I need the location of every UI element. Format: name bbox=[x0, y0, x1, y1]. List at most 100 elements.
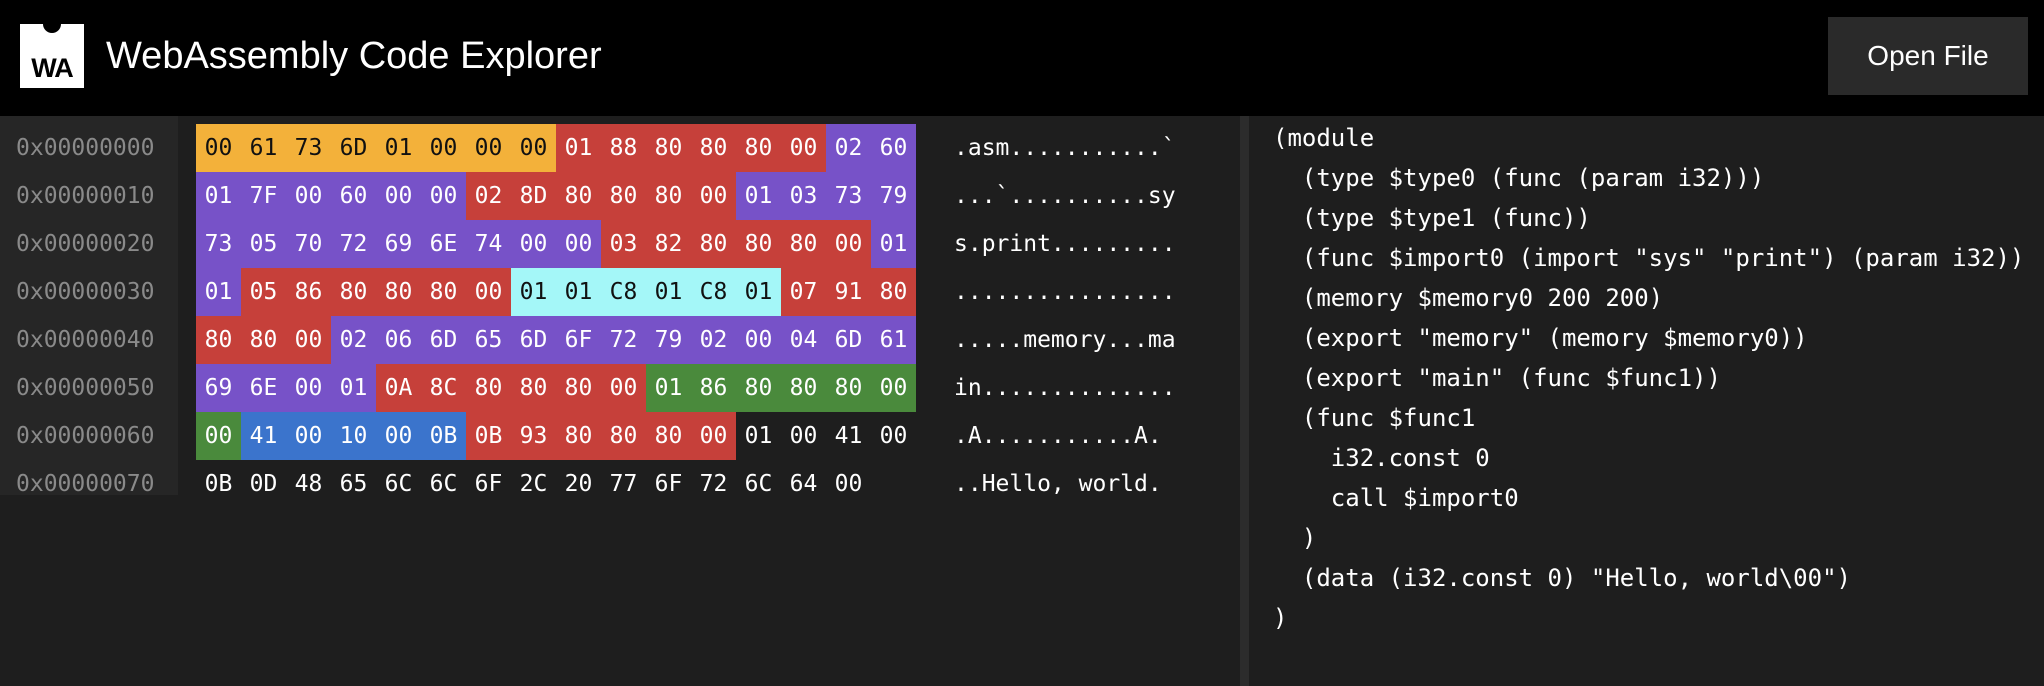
hex-byte[interactable]: 00 bbox=[736, 316, 781, 364]
hex-byte[interactable]: 60 bbox=[871, 124, 916, 172]
hex-byte[interactable]: 70 bbox=[286, 220, 331, 268]
hex-byte[interactable]: 01 bbox=[376, 124, 421, 172]
hex-byte[interactable]: 00 bbox=[376, 172, 421, 220]
hex-byte[interactable]: 48 bbox=[286, 460, 331, 508]
hex-byte[interactable]: 01 bbox=[646, 364, 691, 412]
hex-byte[interactable]: 05 bbox=[241, 268, 286, 316]
hex-byte[interactable]: 04 bbox=[781, 316, 826, 364]
hex-byte[interactable]: 00 bbox=[286, 364, 331, 412]
hex-byte[interactable]: 6E bbox=[241, 364, 286, 412]
hex-byte[interactable]: 02 bbox=[331, 316, 376, 364]
hex-byte[interactable]: 0B bbox=[466, 412, 511, 460]
hex-byte[interactable]: 93 bbox=[511, 412, 556, 460]
hex-byte[interactable]: 82 bbox=[646, 220, 691, 268]
hex-byte[interactable]: 02 bbox=[691, 316, 736, 364]
hex-byte[interactable]: 72 bbox=[331, 220, 376, 268]
hex-byte[interactable]: 69 bbox=[376, 220, 421, 268]
hex-byte[interactable]: 65 bbox=[331, 460, 376, 508]
hex-byte[interactable]: 86 bbox=[286, 268, 331, 316]
hex-byte[interactable]: 02 bbox=[826, 124, 871, 172]
hex-byte[interactable]: 74 bbox=[466, 220, 511, 268]
hex-byte[interactable]: 00 bbox=[376, 412, 421, 460]
hex-byte[interactable]: 01 bbox=[736, 172, 781, 220]
hex-byte[interactable]: C8 bbox=[691, 268, 736, 316]
hex-byte[interactable]: 00 bbox=[511, 124, 556, 172]
hex-byte[interactable]: 80 bbox=[601, 172, 646, 220]
hex-byte[interactable]: 80 bbox=[736, 124, 781, 172]
hex-byte[interactable]: 73 bbox=[196, 220, 241, 268]
hex-byte[interactable]: 6D bbox=[421, 316, 466, 364]
hex-byte[interactable]: 80 bbox=[736, 364, 781, 412]
panel-divider[interactable] bbox=[1240, 116, 1249, 686]
hex-byte[interactable]: 00 bbox=[826, 460, 871, 508]
hex-byte[interactable]: 80 bbox=[646, 412, 691, 460]
hex-byte[interactable]: 80 bbox=[331, 268, 376, 316]
hex-byte[interactable]: 91 bbox=[826, 268, 871, 316]
hex-byte[interactable]: 80 bbox=[646, 172, 691, 220]
hex-byte[interactable]: 88 bbox=[601, 124, 646, 172]
hex-byte[interactable]: 80 bbox=[736, 220, 781, 268]
hex-byte[interactable]: 01 bbox=[196, 268, 241, 316]
hex-byte[interactable]: 00 bbox=[421, 172, 466, 220]
hex-byte[interactable]: 80 bbox=[196, 316, 241, 364]
hex-byte[interactable]: 41 bbox=[826, 412, 871, 460]
hex-byte[interactable]: 0B bbox=[421, 412, 466, 460]
hex-byte[interactable]: 00 bbox=[556, 220, 601, 268]
hex-byte[interactable]: 01 bbox=[556, 268, 601, 316]
hex-byte[interactable]: 2C bbox=[511, 460, 556, 508]
hex-byte[interactable]: 05 bbox=[241, 220, 286, 268]
hex-byte[interactable]: 00 bbox=[196, 412, 241, 460]
hex-byte[interactable]: 00 bbox=[781, 124, 826, 172]
hex-byte[interactable]: 01 bbox=[736, 412, 781, 460]
hex-byte[interactable]: 80 bbox=[826, 364, 871, 412]
wat-code-viewer[interactable]: (module (type $type0 (func (param i32)))… bbox=[1249, 116, 2044, 686]
hex-byte[interactable]: C8 bbox=[601, 268, 646, 316]
hex-byte[interactable]: 6D bbox=[511, 316, 556, 364]
hex-byte[interactable]: 00 bbox=[421, 124, 466, 172]
hex-byte[interactable]: 00 bbox=[466, 268, 511, 316]
hex-byte[interactable]: 01 bbox=[646, 268, 691, 316]
hex-byte[interactable]: 01 bbox=[871, 220, 916, 268]
hex-byte[interactable]: 07 bbox=[781, 268, 826, 316]
hex-byte[interactable]: 6E bbox=[421, 220, 466, 268]
hex-byte[interactable]: 7F bbox=[241, 172, 286, 220]
hex-byte[interactable]: 01 bbox=[736, 268, 781, 316]
hex-byte[interactable]: 01 bbox=[331, 364, 376, 412]
hex-byte[interactable]: 8D bbox=[511, 172, 556, 220]
hex-byte[interactable]: 01 bbox=[556, 124, 601, 172]
hex-byte[interactable]: 80 bbox=[556, 412, 601, 460]
hex-byte[interactable]: 86 bbox=[691, 364, 736, 412]
hex-byte[interactable]: 00 bbox=[601, 364, 646, 412]
hex-byte[interactable]: 80 bbox=[691, 220, 736, 268]
open-file-button[interactable]: Open File bbox=[1828, 17, 2028, 95]
hex-byte[interactable]: 00 bbox=[691, 412, 736, 460]
hex-byte[interactable]: 00 bbox=[826, 220, 871, 268]
hex-byte[interactable]: 00 bbox=[286, 412, 331, 460]
hex-byte[interactable]: 0A bbox=[376, 364, 421, 412]
hex-byte[interactable]: 80 bbox=[556, 172, 601, 220]
hex-byte[interactable]: 41 bbox=[241, 412, 286, 460]
hex-byte[interactable]: 80 bbox=[241, 316, 286, 364]
hex-byte[interactable]: 6D bbox=[826, 316, 871, 364]
hex-byte[interactable]: 80 bbox=[871, 268, 916, 316]
hex-byte[interactable]: 64 bbox=[781, 460, 826, 508]
hex-byte[interactable]: 03 bbox=[781, 172, 826, 220]
hex-byte[interactable]: 6D bbox=[331, 124, 376, 172]
hex-byte[interactable]: 03 bbox=[601, 220, 646, 268]
hex-byte[interactable]: 0B bbox=[196, 460, 241, 508]
hex-byte[interactable]: 77 bbox=[601, 460, 646, 508]
hex-byte[interactable]: 0D bbox=[241, 460, 286, 508]
hex-byte[interactable]: 6F bbox=[466, 460, 511, 508]
hex-byte[interactable]: 72 bbox=[691, 460, 736, 508]
hex-byte[interactable]: 80 bbox=[691, 124, 736, 172]
hex-byte[interactable]: 00 bbox=[871, 412, 916, 460]
hex-byte[interactable]: 10 bbox=[331, 412, 376, 460]
hex-byte[interactable]: 02 bbox=[466, 172, 511, 220]
hex-byte[interactable]: 00 bbox=[196, 124, 241, 172]
hex-byte[interactable]: 60 bbox=[331, 172, 376, 220]
hex-byte[interactable]: 69 bbox=[196, 364, 241, 412]
hex-byte[interactable]: 61 bbox=[241, 124, 286, 172]
hex-byte[interactable]: 73 bbox=[826, 172, 871, 220]
hex-byte[interactable]: 6F bbox=[646, 460, 691, 508]
hex-byte[interactable]: 6C bbox=[736, 460, 781, 508]
